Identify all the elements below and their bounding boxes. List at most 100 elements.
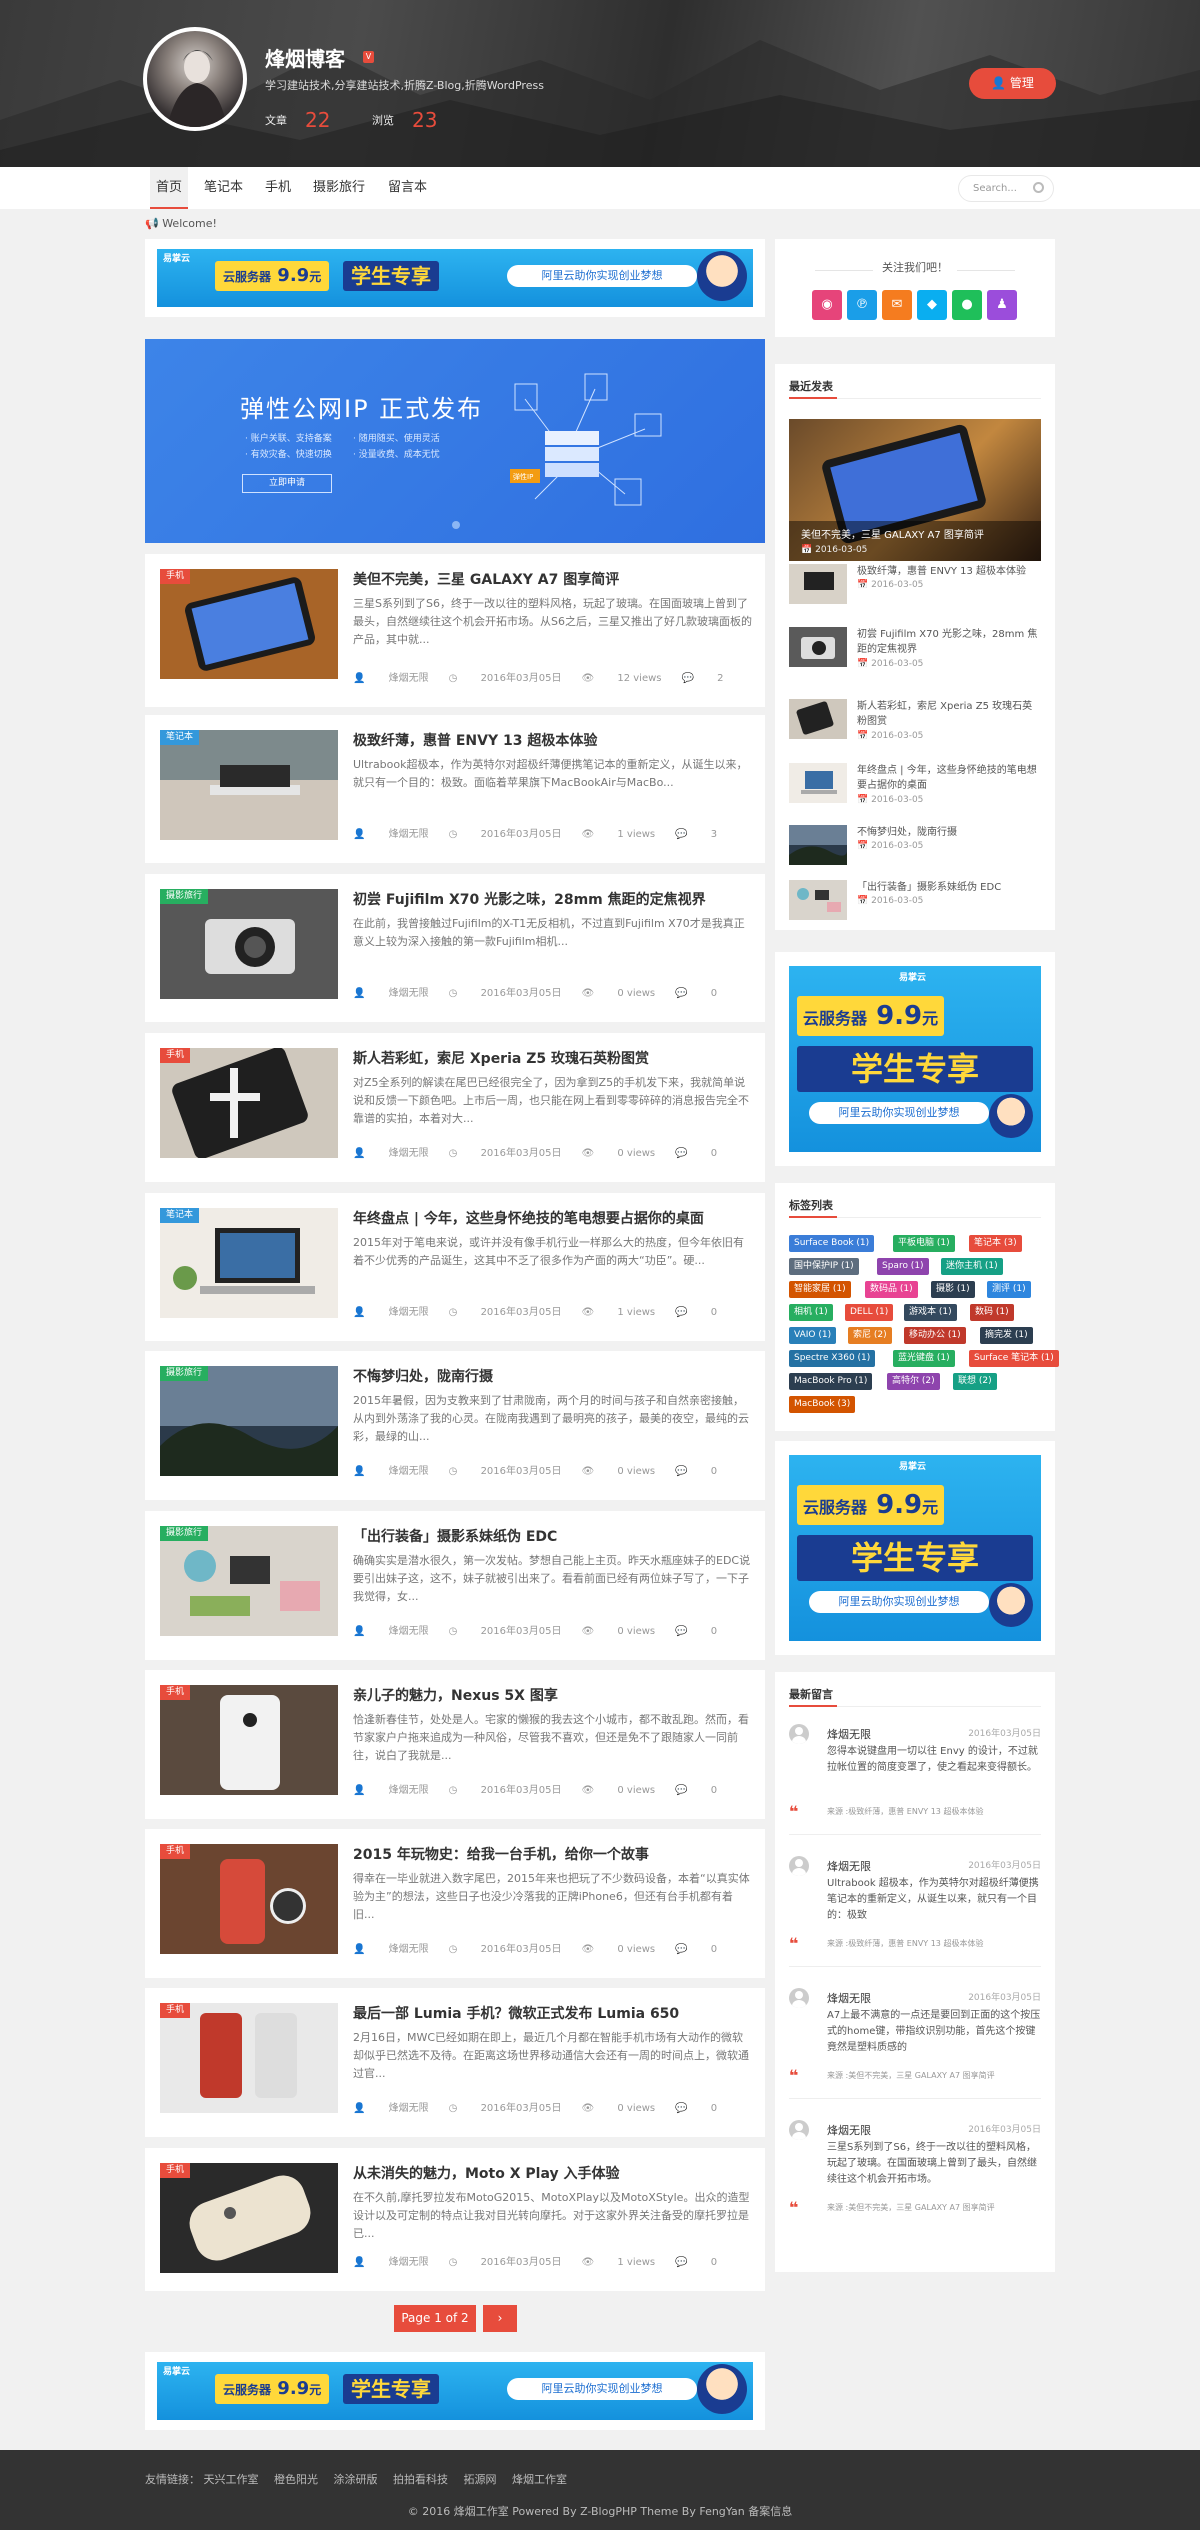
category-badge[interactable]: 手机 [160, 569, 191, 584]
post-title[interactable]: 初尝 Fujifilm X70 光影之味，28mm 焦距的定焦视界 [353, 889, 753, 909]
tag-item[interactable]: 摄影 (1) [931, 1281, 975, 1298]
friend-link[interactable]: 涂涂研版 [334, 2473, 378, 2486]
author[interactable]: 👤 烽烟无限 [353, 2103, 429, 2114]
post-thumbnail[interactable]: 笔记本 [160, 1208, 338, 1318]
author[interactable]: 👤 烽烟无限 [353, 1626, 429, 1637]
tag-item[interactable]: 笔记本 (3) [969, 1235, 1022, 1252]
next-page-button[interactable]: › [483, 2305, 517, 2332]
tag-item[interactable]: 联想 (2) [953, 1373, 997, 1390]
recent-thumbnail[interactable] [789, 825, 847, 865]
post-thumbnail[interactable]: 手机 [160, 2003, 338, 2113]
tag-item[interactable]: 移动办公 (1) [904, 1327, 966, 1344]
email-icon[interactable]: ✉ [882, 290, 912, 320]
recent-post-title[interactable]: 不悔梦归处，陇南行摄 [857, 825, 1041, 840]
recent-post-item[interactable]: 「出行装备」摄影系妹纸伪 EDC 📅 2016-03-05 [789, 880, 1041, 924]
category-badge[interactable]: 笔记本 [160, 730, 200, 745]
tag-item[interactable]: 数码 (1) [970, 1304, 1014, 1321]
hero-apply-button[interactable]: 立即申请 [242, 474, 332, 493]
nav-item-photo-travel[interactable]: 摄影旅行 [307, 167, 371, 209]
site-avatar[interactable] [143, 27, 247, 131]
bottom-ad-banner[interactable]: 易掌云 云服务器 9.9元 学生专享 阿里云助你实现创业梦想 [157, 2362, 753, 2420]
tag-item[interactable]: DELL (1) [845, 1304, 894, 1321]
recent-post-title[interactable]: 极致纤薄，惠普 ENVY 13 超极本体验 [857, 564, 1041, 579]
post-thumbnail[interactable]: 手机 [160, 1685, 338, 1795]
search-icon[interactable] [1033, 182, 1044, 193]
category-badge[interactable]: 手机 [160, 1685, 191, 1700]
nav-item-home[interactable]: 首页 [150, 167, 189, 209]
post-title[interactable]: 不悔梦归处，陇南行摄 [353, 1366, 753, 1386]
group-icon[interactable]: ♟ [987, 290, 1017, 320]
post-title[interactable]: 「出行装备」摄影系妹纸伪 EDC [353, 1526, 753, 1546]
recent-thumbnail[interactable] [789, 627, 847, 667]
recent-post-item[interactable]: 年终盘点 | 今年，这些身怀绝技的笔电想要占据你的桌面 📅 2016-03-05 [789, 763, 1041, 807]
tag-item[interactable]: MacBook (3) [789, 1396, 856, 1413]
author[interactable]: 👤 烽烟无限 [353, 1466, 429, 1477]
category-badge[interactable]: 摄影旅行 [160, 889, 209, 904]
post-thumbnail[interactable]: 手机 [160, 569, 338, 679]
recent-post-title[interactable]: 「出行装备」摄影系妹纸伪 EDC [857, 880, 1041, 895]
recent-thumbnail[interactable] [789, 564, 847, 604]
friend-link[interactable]: 拍拍看科技 [393, 2473, 448, 2486]
recent-post-item[interactable]: 斯人若彩虹，索尼 Xperia Z5 玫瑰石英粉图赏 📅 2016-03-05 [789, 699, 1041, 743]
recent-thumbnail[interactable] [789, 699, 847, 739]
site-title[interactable]: 烽烟博客 [265, 43, 345, 72]
author[interactable]: 👤 烽烟无限 [353, 673, 429, 684]
category-badge[interactable]: 手机 [160, 2003, 191, 2018]
friend-link[interactable]: 橙色阳光 [274, 2473, 318, 2486]
author[interactable]: 👤 烽烟无限 [353, 1785, 429, 1796]
post-title[interactable]: 2015 年玩物史：给我一台手机，给你一个故事 [353, 1844, 753, 1864]
tag-item[interactable]: Surface 笔记本 (1) [969, 1350, 1059, 1367]
tag-item[interactable]: Sparo (1) [877, 1258, 929, 1275]
author[interactable]: 👤 烽烟无限 [353, 1148, 429, 1159]
tag-item[interactable]: 蓝光键盘 (1) [893, 1350, 955, 1367]
comment-source[interactable]: 来源 :极致纤薄，惠普 ENVY 13 超极本体验 [827, 1938, 983, 1949]
recent-post-title[interactable]: 斯人若彩虹，索尼 Xperia Z5 玫瑰石英粉图赏 [857, 699, 1041, 729]
recent-post-item[interactable]: 初尝 Fujifilm X70 光影之味，28mm 焦距的定焦视界 📅 2016-… [789, 627, 1041, 671]
tag-item[interactable]: 索尼 (2) [848, 1327, 892, 1344]
tag-item[interactable]: 智能家居 (1) [789, 1281, 851, 1298]
comment-source[interactable]: 来源 :美但不完美，三星 GALAXY A7 图享简评 [827, 2070, 995, 2081]
comment-count[interactable]: 💬 0 [675, 988, 717, 999]
carousel-dot[interactable] [452, 521, 460, 529]
post-title[interactable]: 年终盘点 | 今年，这些身怀绝技的笔电想要占据你的桌面 [353, 1208, 753, 1228]
comment-source[interactable]: 来源 :美但不完美，三星 GALAXY A7 图享简评 [827, 2202, 995, 2213]
pagination-label[interactable]: Page 1 of 2 [394, 2305, 476, 2332]
author[interactable]: 👤 烽烟无限 [353, 1944, 429, 1955]
post-thumbnail[interactable]: 手机 [160, 1048, 338, 1158]
post-thumbnail[interactable]: 手机 [160, 2163, 338, 2273]
tag-item[interactable]: VAIO (1) [789, 1327, 837, 1344]
author[interactable]: 👤 烽烟无限 [353, 829, 429, 840]
comment-count[interactable]: 💬 0 [675, 1785, 717, 1796]
sidebar-ad-1[interactable]: 易掌云 云服务器 9.9元 学生专享 阿里云助你实现创业梦想 [775, 952, 1055, 1166]
comment-count[interactable]: 💬 0 [675, 1466, 717, 1477]
commenter-name[interactable]: 烽烟无限 [827, 1858, 871, 1874]
post-title[interactable]: 从未消失的魅力，Moto X Play 入手体验 [353, 2163, 753, 2183]
comment-count[interactable]: 💬 0 [675, 1944, 717, 1955]
bottom-ad-card[interactable]: 易掌云 云服务器 9.9元 学生专享 阿里云助你实现创业梦想 [145, 2352, 765, 2430]
post-thumbnail[interactable]: 摄影旅行 [160, 1526, 338, 1636]
friend-link[interactable]: 天兴工作室 [204, 2473, 259, 2486]
comment-count[interactable]: 💬 2 [682, 673, 724, 684]
author[interactable]: 👤 烽烟无限 [353, 2257, 429, 2268]
recent-post-title[interactable]: 年终盘点 | 今年，这些身怀绝技的笔电想要占据你的桌面 [857, 763, 1041, 793]
top-ad-banner[interactable]: 易掌云 云服务器 9.9元 学生专享 阿里云助你实现创业梦想 [157, 249, 753, 307]
category-badge[interactable]: 笔记本 [160, 1208, 200, 1223]
top-ad-card[interactable]: 易掌云 云服务器 9.9元 学生专享 阿里云助你实现创业梦想 [145, 239, 765, 317]
commenter-name[interactable]: 烽烟无限 [827, 2122, 871, 2138]
friend-link[interactable]: 拓源网 [464, 2473, 497, 2486]
comment-count[interactable]: 💬 0 [675, 1626, 717, 1637]
post-thumbnail[interactable]: 摄影旅行 [160, 1366, 338, 1476]
category-badge[interactable]: 手机 [160, 2163, 191, 2178]
tencent-weibo-icon[interactable]: ℗ [847, 290, 877, 320]
comment-count[interactable]: 💬 0 [675, 2103, 717, 2114]
qq-icon[interactable]: ◆ [917, 290, 947, 320]
recent-featured-post[interactable]: 美但不完美，三星 GALAXY A7 图享简评 📅 2016-03-05 [789, 419, 1041, 561]
nav-item-guestbook[interactable]: 留言本 [382, 167, 433, 209]
search-input[interactable]: Search... [958, 175, 1054, 202]
comment-count[interactable]: 💬 0 [675, 1307, 717, 1318]
comment-source[interactable]: 来源 :极致纤薄，惠普 ENVY 13 超极本体验 [827, 1806, 983, 1817]
tag-item[interactable]: 国中保护IP (1) [789, 1258, 859, 1275]
tag-item[interactable]: 游戏本 (1) [904, 1304, 957, 1321]
weibo-icon[interactable]: ◉ [812, 290, 842, 320]
tag-item[interactable]: Surface Book (1) [789, 1235, 875, 1252]
